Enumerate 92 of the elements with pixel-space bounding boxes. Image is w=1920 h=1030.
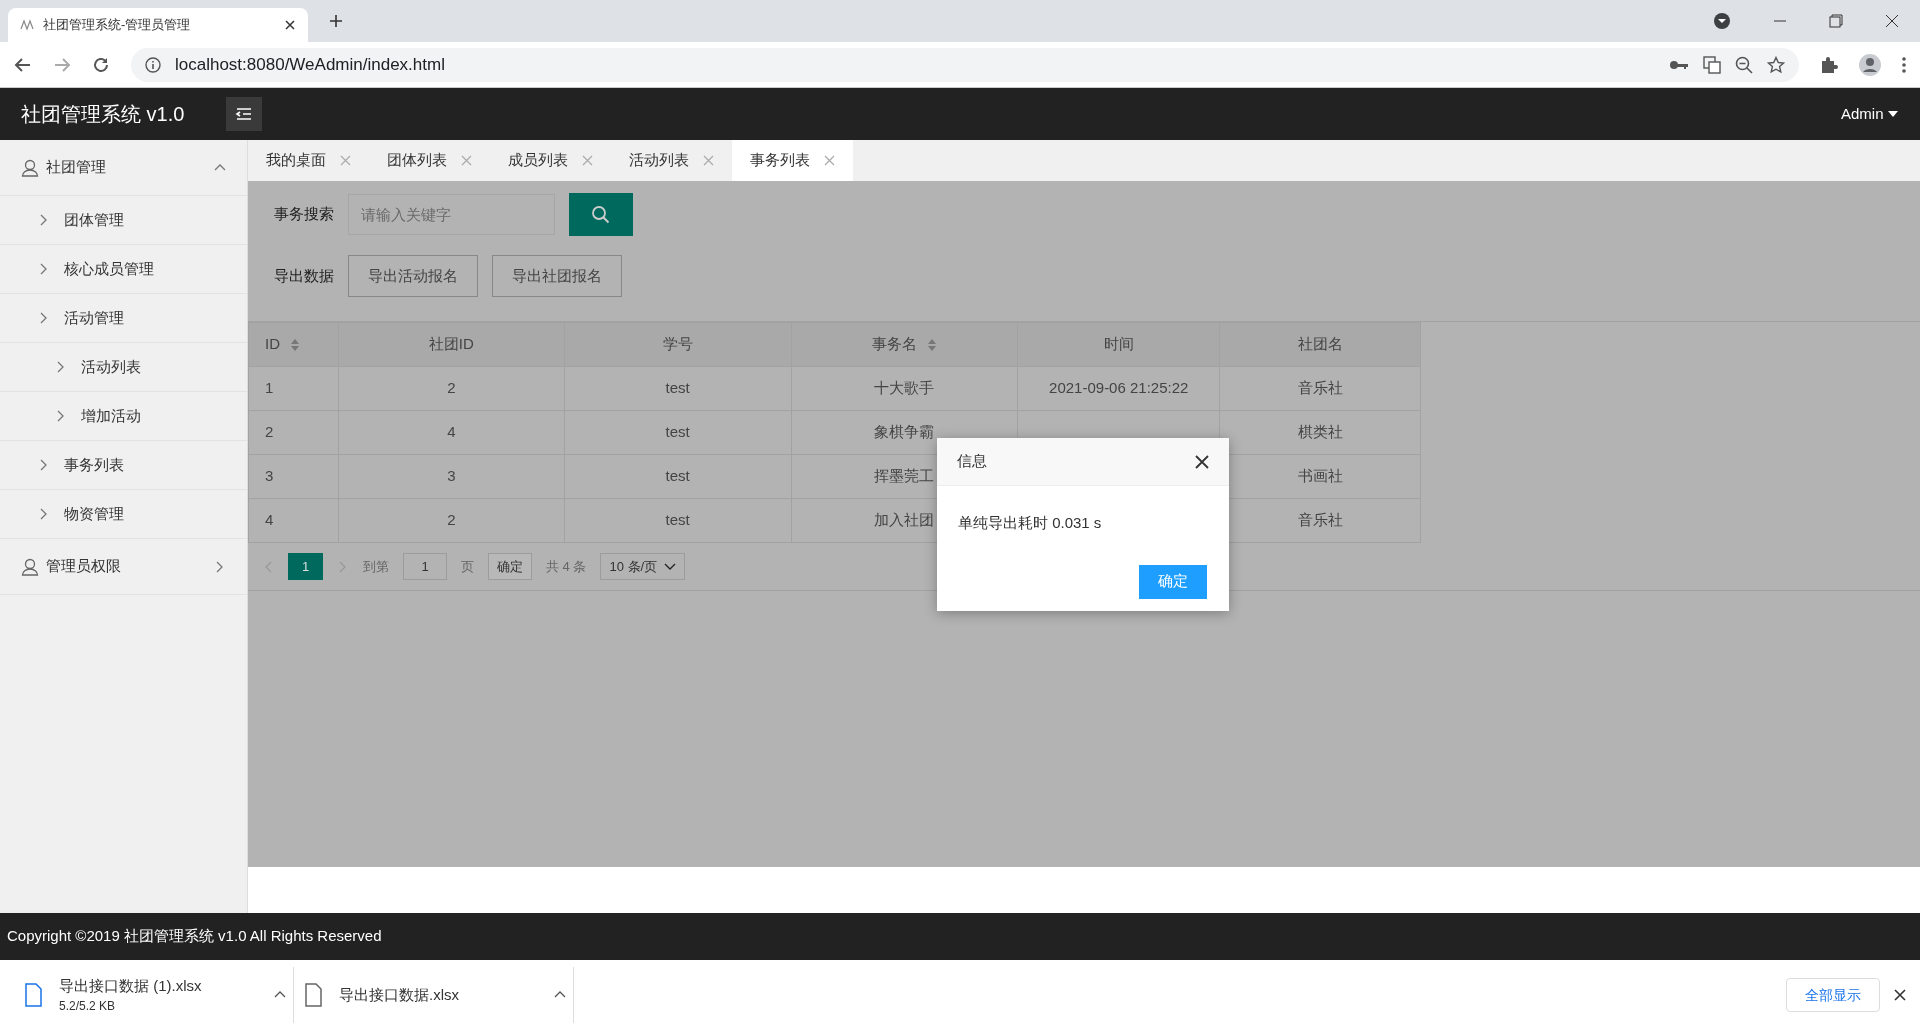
- search-icon: [591, 204, 611, 225]
- close-icon[interactable]: [1885, 14, 1899, 28]
- export-button[interactable]: 导出社团报名: [492, 255, 622, 297]
- browser-tab[interactable]: 社团管理系统-管理员管理: [8, 8, 308, 42]
- close-icon[interactable]: [284, 19, 296, 31]
- sidebar-item[interactable]: 活动管理: [0, 294, 247, 343]
- sidebar-item[interactable]: 活动列表: [0, 343, 247, 392]
- table-cell: 音乐社: [1297, 511, 1343, 529]
- page-tab[interactable]: 活动列表: [611, 140, 732, 181]
- new-tab-icon[interactable]: [328, 13, 344, 29]
- table-cell: 2021-09-06 21:25:22: [1049, 379, 1189, 397]
- column-header: 学号: [564, 322, 791, 367]
- profile-icon[interactable]: [1859, 53, 1881, 76]
- table-cell: 2: [447, 511, 456, 529]
- dialog-title: 信息: [957, 451, 988, 472]
- table-cell: test: [665, 467, 690, 485]
- table-cell: 象棋争霸: [874, 423, 935, 441]
- back-icon[interactable]: [14, 55, 32, 74]
- search-field[interactable]: 请输入关键字: [348, 194, 555, 235]
- star-icon[interactable]: [1767, 55, 1785, 74]
- caret-icon: [1887, 110, 1899, 118]
- sidebar-item[interactable]: 物资管理: [0, 490, 247, 539]
- download-item[interactable]: 导出接口数据.xlsx: [294, 967, 574, 1023]
- menu-icon: [235, 106, 254, 122]
- column-header[interactable]: ID: [248, 322, 339, 367]
- page-tab[interactable]: 成员列表: [490, 140, 611, 181]
- table-cell: test: [665, 511, 690, 529]
- sidebar-item[interactable]: 核心成员管理: [0, 245, 247, 294]
- page-tab[interactable]: 我的桌面: [248, 140, 369, 181]
- user-icon: [21, 557, 39, 576]
- reload-icon[interactable]: [92, 55, 110, 74]
- table-cell: 加入社团: [874, 511, 935, 529]
- sidebar-item[interactable]: 增加活动: [0, 392, 247, 441]
- column-header: 社团名: [1219, 322, 1421, 367]
- user-name[interactable]: Admin: [1840, 102, 1884, 126]
- table-cell: 4: [265, 511, 274, 529]
- puzzle-icon[interactable]: [1820, 55, 1838, 74]
- sidebar-group[interactable]: 管理员权限: [0, 539, 247, 595]
- goto-label: 到第: [363, 557, 389, 576]
- sidebar-item[interactable]: 团体管理: [0, 196, 247, 245]
- page-unit: 页: [461, 557, 474, 576]
- footer-text: Copyright ©2019 社团管理系统 v1.0 All Rights Reserved: [7, 926, 382, 947]
- table-cell: 挥墨莞工: [874, 467, 935, 485]
- column-header: 社团ID: [338, 322, 565, 367]
- column-header: 时间: [1017, 322, 1220, 367]
- table-cell: 3: [265, 467, 274, 485]
- search-label: 事务搜索: [273, 204, 334, 225]
- user-icon: [21, 158, 39, 177]
- more-icon[interactable]: [1902, 55, 1906, 74]
- user-menu[interactable]: Admin: [1840, 102, 1899, 126]
- export-label: 导出数据: [273, 265, 334, 286]
- table-cell: 1: [265, 379, 274, 397]
- sidebar-item[interactable]: 事务列表: [0, 441, 247, 490]
- file-name: 导出接口数据.xlsx: [339, 984, 460, 1005]
- export-button[interactable]: 导出活动报名: [348, 255, 478, 297]
- zoom-out-icon[interactable]: [1735, 55, 1753, 74]
- file-size: 5.2/5.2 KB: [59, 998, 117, 1016]
- total-count: 共 4 条: [546, 557, 587, 576]
- file-name: 导出接口数据 (1).xlsx: [59, 975, 203, 996]
- menu-button[interactable]: [226, 97, 263, 131]
- search-button[interactable]: [569, 193, 633, 236]
- table-cell: 2: [265, 423, 274, 441]
- table-cell: 十大歌手: [874, 379, 935, 397]
- dialog-message: 单纯导出耗时 0.031 s: [957, 513, 1103, 533]
- page-input[interactable]: 1: [403, 553, 447, 580]
- table-cell: 音乐社: [1297, 379, 1343, 397]
- column-header[interactable]: 事务名: [791, 322, 1018, 367]
- favicon-icon: [20, 19, 36, 31]
- close-icon[interactable]: [1195, 454, 1209, 469]
- app-title: 社团管理系统 v1.0: [21, 102, 185, 127]
- sidebar-group[interactable]: 社团管理: [0, 140, 247, 196]
- table-cell: 2: [447, 379, 456, 397]
- translate-icon[interactable]: [1703, 55, 1721, 74]
- restore-icon[interactable]: [1829, 14, 1843, 28]
- table-cell: 4: [447, 423, 456, 441]
- page-tab[interactable]: 事务列表: [732, 140, 853, 181]
- table-cell: 3: [447, 467, 456, 485]
- page-button[interactable]: 1: [288, 553, 323, 580]
- page-tab[interactable]: 团体列表: [369, 140, 490, 181]
- confirm-button[interactable]: 确定: [488, 553, 532, 580]
- table-cell: test: [665, 423, 690, 441]
- key-icon[interactable]: [1669, 58, 1689, 71]
- tab-search-icon[interactable]: [1713, 12, 1731, 30]
- info-icon: [145, 56, 161, 73]
- close-icon[interactable]: [1894, 989, 1906, 1001]
- show-all-button[interactable]: 全部显示: [1786, 978, 1880, 1012]
- table-cell: test: [665, 379, 690, 397]
- table-cell: 棋类社: [1297, 423, 1343, 441]
- download-item[interactable]: 导出接口数据 (1).xlsx 5.2/5.2 KB: [14, 967, 294, 1023]
- page-size-select[interactable]: 10 条/页: [600, 553, 686, 580]
- table-cell: 书画社: [1297, 467, 1343, 485]
- tab-title: 社团管理系统-管理员管理: [43, 16, 192, 35]
